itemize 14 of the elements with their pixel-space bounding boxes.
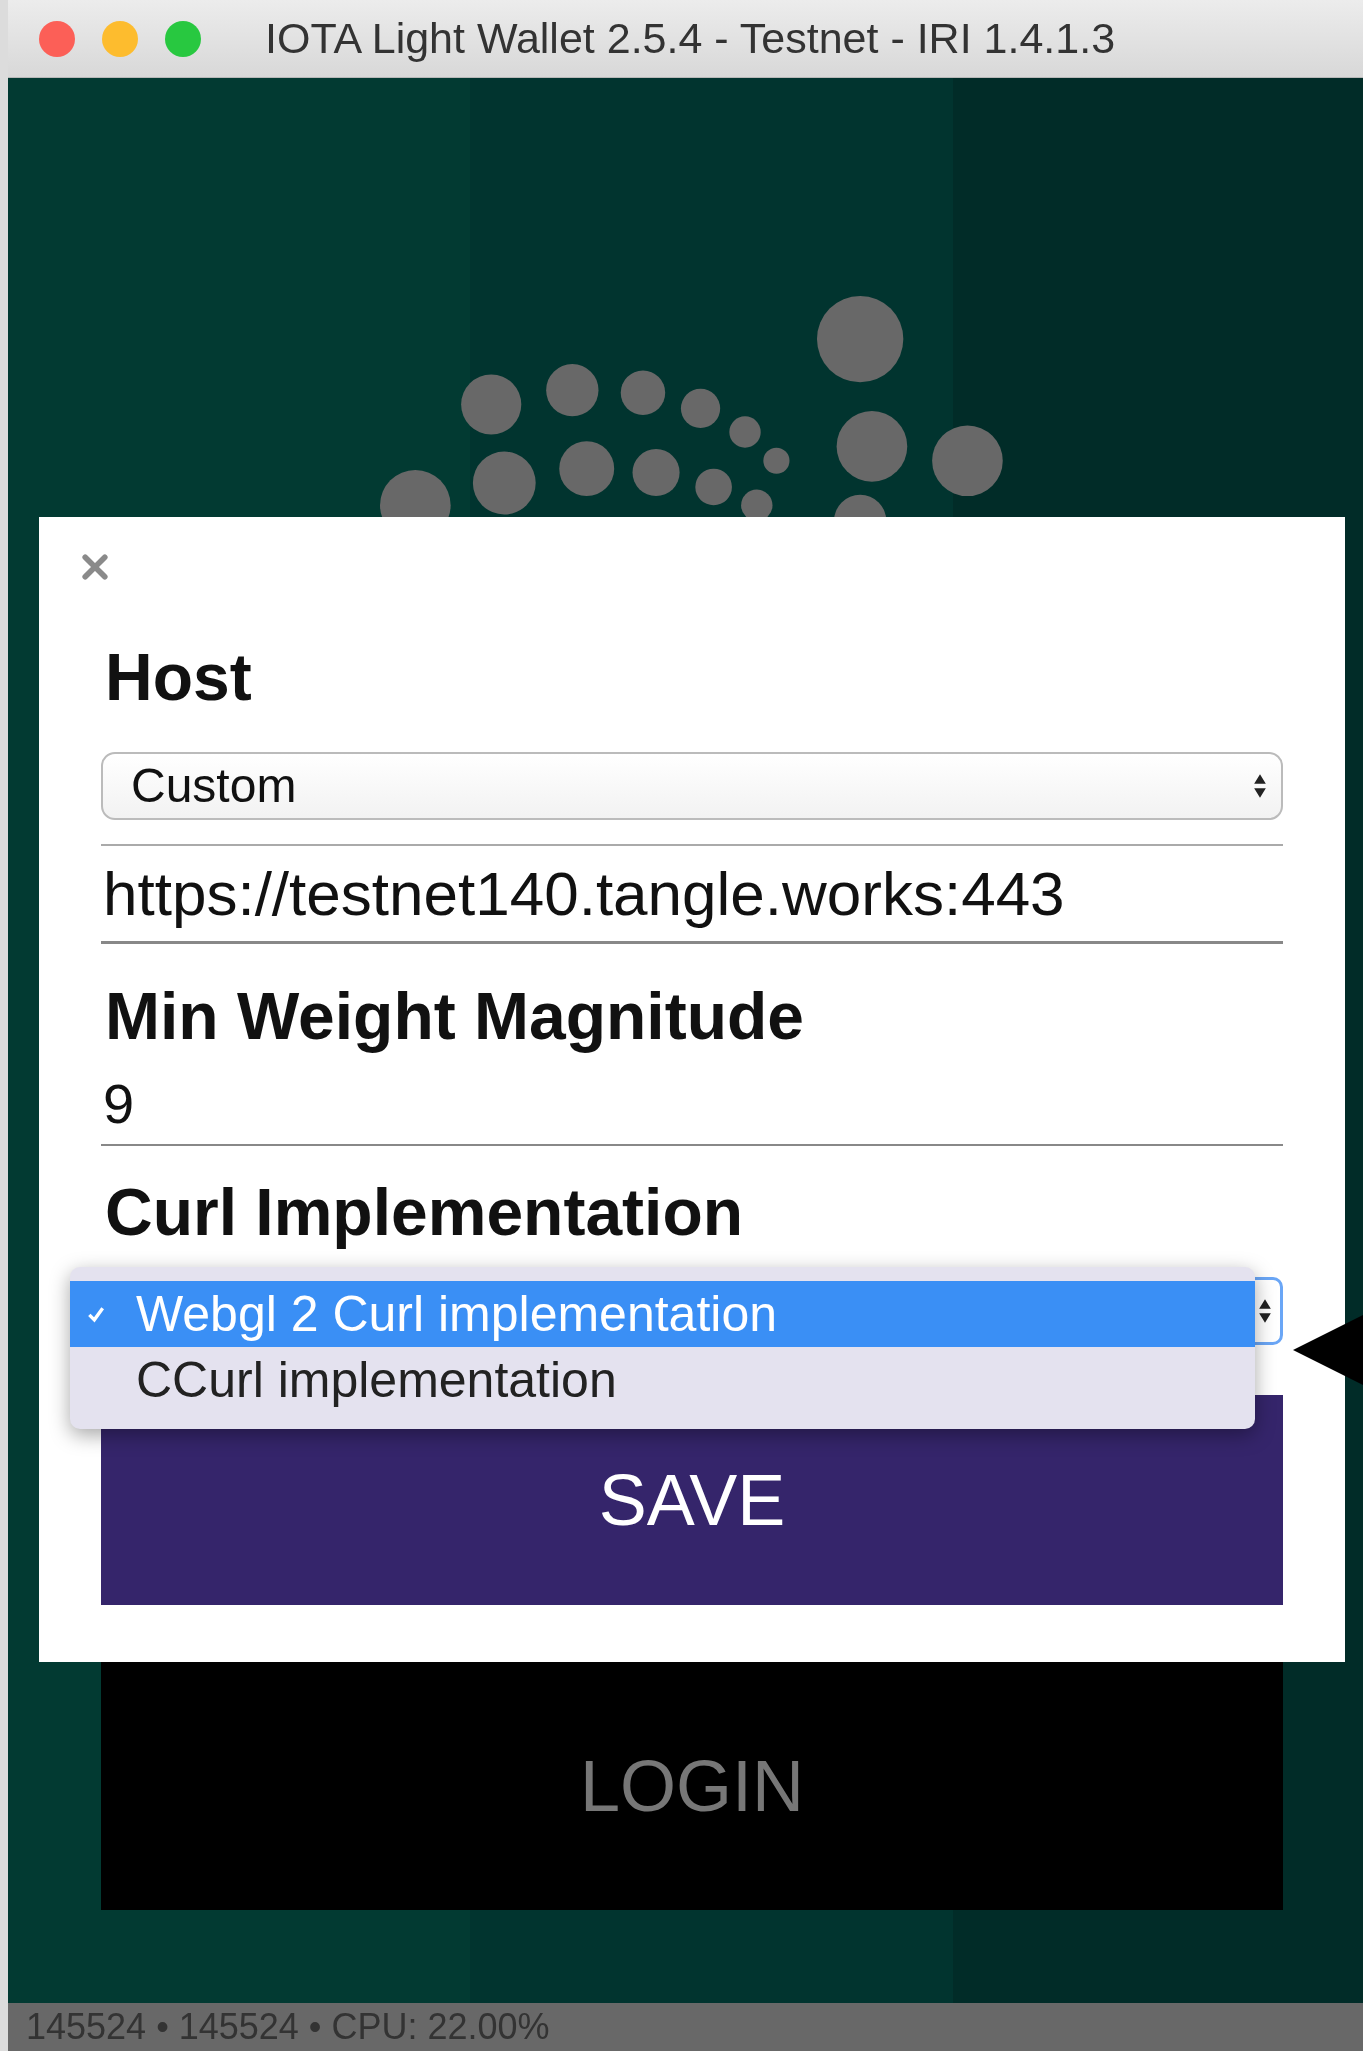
pointer-arrow-icon (1293, 1315, 1363, 1385)
zoom-window-button[interactable] (165, 20, 201, 57)
close-window-button[interactable] (39, 20, 75, 57)
mwm-label: Min Weight Magnitude (105, 979, 806, 1053)
host-select[interactable]: Custom (101, 751, 1283, 820)
close-icon[interactable] (81, 553, 109, 581)
curl-label: Curl Implementation (105, 1176, 745, 1249)
window-title: IOTA Light Wallet 2.5.4 - Testnet - IRI 1.4.1.3 (265, 14, 1116, 63)
checkmark-icon (86, 1304, 106, 1324)
host-label: Host (105, 641, 253, 714)
login-button[interactable]: LOGIN (101, 1662, 1283, 1910)
host-url-field[interactable]: https://testnet140.tangle.works:443 (101, 843, 1283, 944)
minimize-window-button[interactable] (102, 20, 138, 57)
mwm-field[interactable]: 9 (101, 1062, 1283, 1147)
